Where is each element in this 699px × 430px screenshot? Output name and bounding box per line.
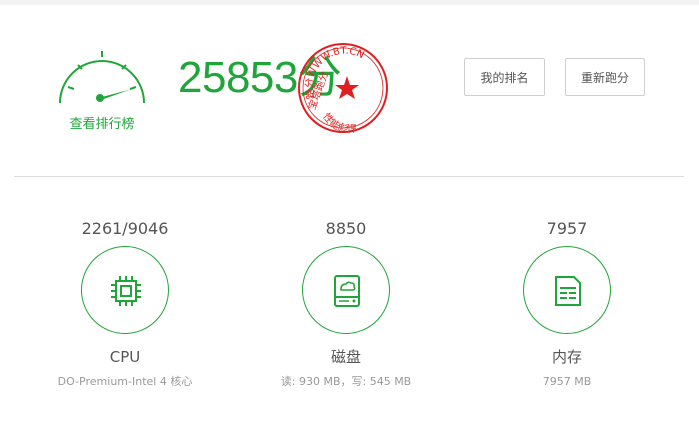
cpu-label: CPU [109,348,141,366]
my-ranking-button[interactable]: 我的排名 [464,58,545,96]
score-value: 25853 [178,53,298,102]
memory-icon-circle [523,246,611,334]
disk-icon-circle [302,246,390,334]
view-ranking-link[interactable]: 查看排行榜 [54,47,150,133]
section-divider [14,176,684,177]
memory-detail: 7957 MB [542,375,592,388]
stamp-bottom-text: 性能彪悍 [320,110,357,135]
memory-icon [555,276,581,306]
svg-text:性能彪悍: 性能彪悍 [320,110,357,135]
memory-score: 7957 [546,219,588,238]
bt-stamp-seal: 跑分WWW.BT.CN 宝塔跑分 性能彪悍 [298,43,388,136]
rerun-benchmark-button[interactable]: 重新跑分 [565,58,645,96]
memory-label: 内存 [551,348,582,366]
cpu-icon-circle [81,246,169,334]
metric-disk: 8850 磁盘 读: 930 MB，写: 545 MB [256,212,436,390]
cpu-detail: DO-Premium-Intel 4 核心 [57,375,193,388]
view-ranking-label: 查看排行榜 [69,117,135,132]
disk-detail: 读: 930 MB，写: 545 MB [280,375,412,388]
disk-label: 磁盘 [330,348,361,366]
metric-cpu: 2261/9046 CPU DO-Premium-Intel 4 核心 [35,212,215,390]
cpu-score: 2261/9046 [81,219,169,238]
cpu-icon [111,276,141,306]
speedometer-icon [59,51,145,104]
disk-icon [334,275,360,307]
top-strip [0,0,699,5]
metric-memory: 7957 内存 7957 MB [477,212,657,390]
stamp-star-icon [335,76,359,99]
disk-score: 8850 [325,219,367,238]
